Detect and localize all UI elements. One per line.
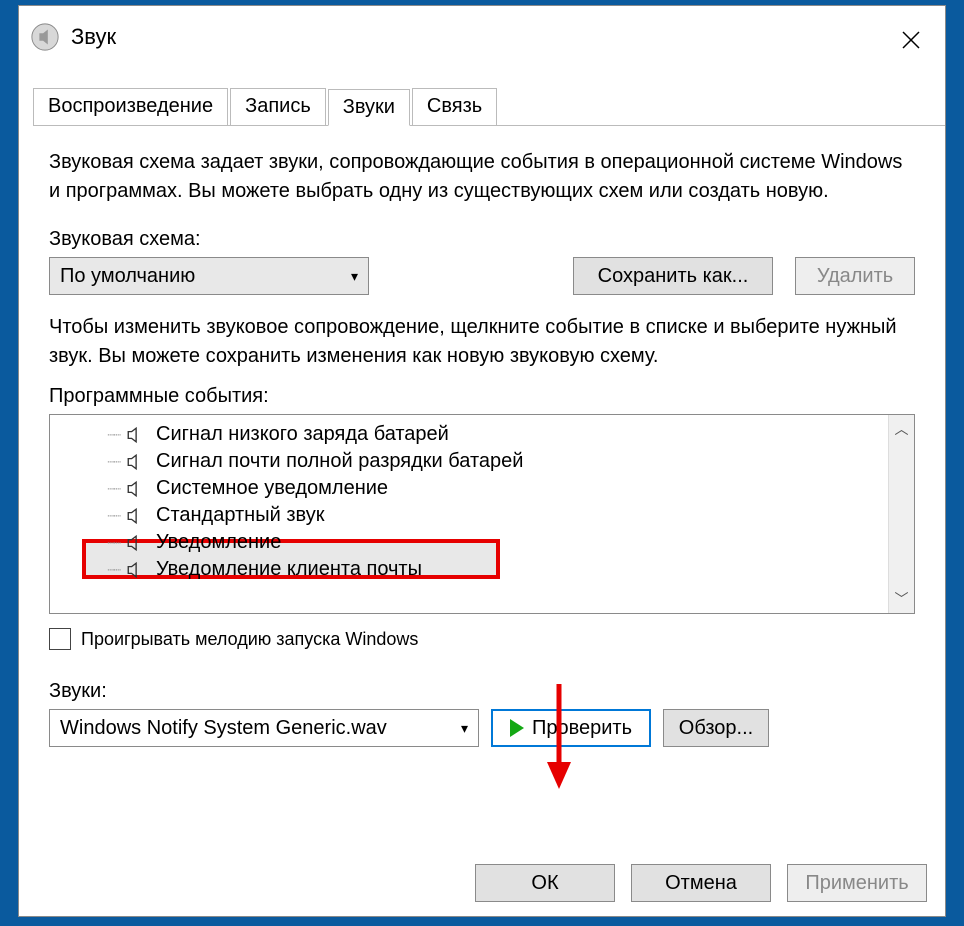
chevron-down-icon: ▾ bbox=[351, 268, 358, 285]
tree-connector-icon: ┈┈ bbox=[92, 428, 120, 442]
scroll-up-icon[interactable]: ︿ bbox=[889, 415, 914, 443]
scheme-label: Звуковая схема: bbox=[49, 228, 915, 251]
tab-content-sounds: Звуковая схема задает звуки, сопровождаю… bbox=[19, 126, 945, 757]
titlebar: Звук bbox=[19, 6, 945, 68]
event-label: Стандартный звук bbox=[156, 504, 324, 527]
event-label: Системное уведомление bbox=[156, 477, 388, 500]
delete-button: Удалить bbox=[795, 257, 915, 295]
sound-icon bbox=[29, 21, 61, 53]
play-startup-label: Проигрывать мелодию запуска Windows bbox=[81, 629, 418, 650]
events-listbox[interactable]: ┈┈ Сигнал низкого заряда батарей ┈┈ Сигн… bbox=[49, 414, 915, 614]
play-startup-checkbox-row[interactable]: Проигрывать мелодию запуска Windows bbox=[49, 628, 915, 650]
scheme-value: По умолчанию bbox=[60, 265, 195, 288]
play-icon bbox=[510, 719, 524, 737]
close-icon bbox=[901, 30, 921, 50]
dialog-button-bar: ОК Отмена Применить bbox=[475, 864, 927, 902]
tree-connector-icon: ┈┈ bbox=[92, 482, 120, 496]
events-description: Чтобы изменить звуковое сопровождение, щ… bbox=[49, 313, 915, 371]
tree-connector-icon: ┈┈ bbox=[92, 455, 120, 469]
speaker-icon bbox=[124, 505, 146, 527]
speaker-icon bbox=[124, 559, 146, 581]
speaker-icon bbox=[124, 451, 146, 473]
chevron-down-icon: ▾ bbox=[461, 720, 468, 737]
test-button[interactable]: Проверить bbox=[491, 709, 651, 747]
test-label: Проверить bbox=[532, 717, 632, 740]
window-title: Звук bbox=[71, 24, 116, 50]
event-item[interactable]: ┈┈ Сигнал почти полной разрядки батарей bbox=[86, 448, 914, 475]
tab-playback[interactable]: Воспроизведение bbox=[33, 88, 228, 125]
event-item[interactable]: ┈┈ Стандартный звук bbox=[86, 502, 914, 529]
speaker-icon bbox=[124, 532, 146, 554]
scheme-description: Звуковая схема задает звуки, сопровождаю… bbox=[49, 148, 915, 206]
tab-sounds[interactable]: Звуки bbox=[328, 89, 410, 126]
apply-button: Применить bbox=[787, 864, 927, 902]
sounds-label: Звуки: bbox=[49, 680, 915, 703]
event-label: Уведомление bbox=[156, 531, 281, 554]
event-item-selected[interactable]: ┈┈ Уведомление bbox=[86, 529, 914, 556]
event-label: Уведомление клиента почты bbox=[156, 558, 422, 581]
tree-connector-icon: ┈┈ bbox=[92, 509, 120, 523]
tab-strip: Воспроизведение Запись Звуки Связь bbox=[33, 88, 945, 126]
event-label: Сигнал почти полной разрядки батарей bbox=[156, 450, 523, 473]
sound-file-dropdown[interactable]: Windows Notify System Generic.wav ▾ bbox=[49, 709, 479, 747]
sound-file-value: Windows Notify System Generic.wav bbox=[60, 717, 387, 740]
speaker-icon bbox=[124, 424, 146, 446]
event-label: Сигнал низкого заряда батарей bbox=[156, 423, 449, 446]
event-item[interactable]: ┈┈ Системное уведомление bbox=[86, 475, 914, 502]
scroll-down-icon[interactable]: ﹀ bbox=[889, 585, 914, 613]
close-button[interactable] bbox=[891, 20, 931, 60]
events-scrollbar[interactable]: ︿ ﹀ bbox=[888, 415, 914, 613]
events-label: Программные события: bbox=[49, 385, 915, 408]
event-item[interactable]: ┈┈ Сигнал низкого заряда батарей bbox=[86, 421, 914, 448]
tab-recording[interactable]: Запись bbox=[230, 88, 326, 125]
tree-connector-icon: ┈┈ bbox=[92, 536, 120, 550]
sound-dialog-window: Звук Воспроизведение Запись Звуки Связь … bbox=[18, 5, 946, 917]
tree-connector-icon: ┈┈ bbox=[92, 563, 120, 577]
ok-button[interactable]: ОК bbox=[475, 864, 615, 902]
browse-button[interactable]: Обзор... bbox=[663, 709, 769, 747]
tab-communications[interactable]: Связь bbox=[412, 88, 497, 125]
scheme-dropdown[interactable]: По умолчанию ▾ bbox=[49, 257, 369, 295]
checkbox-icon[interactable] bbox=[49, 628, 71, 650]
event-item[interactable]: ┈┈ Уведомление клиента почты bbox=[86, 556, 914, 583]
speaker-icon bbox=[124, 478, 146, 500]
cancel-button[interactable]: Отмена bbox=[631, 864, 771, 902]
save-as-button[interactable]: Сохранить как... bbox=[573, 257, 773, 295]
